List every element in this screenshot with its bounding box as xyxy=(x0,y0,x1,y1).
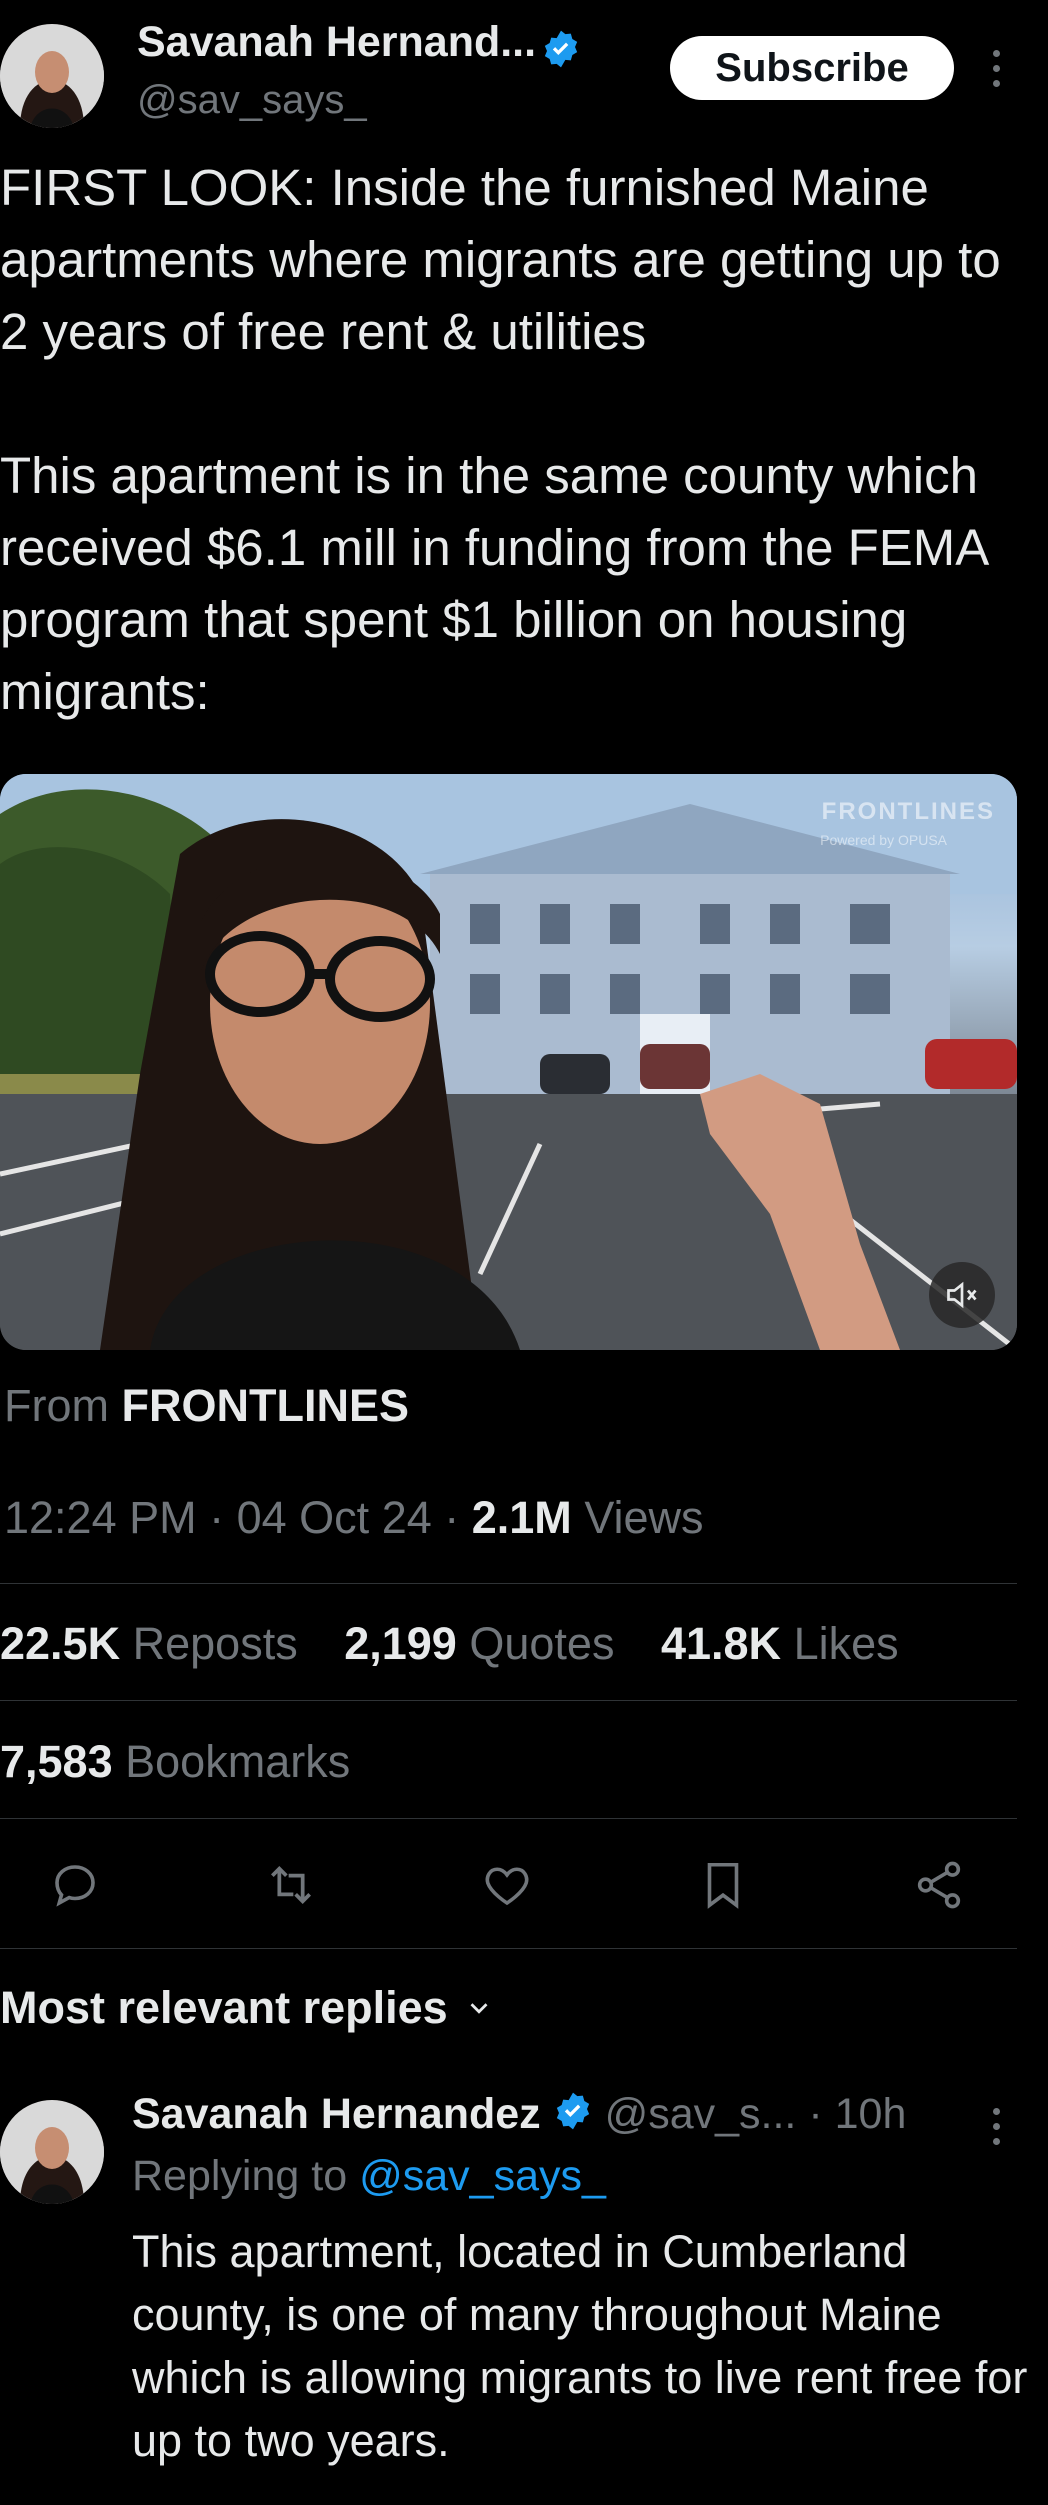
reply-more-options-icon[interactable] xyxy=(990,2108,1002,2145)
from-source[interactable]: FRONTLINES xyxy=(122,1380,410,1431)
views-count: 2.1M xyxy=(471,1492,572,1543)
tweet-meta: 12:24 PM · 04 Oct 24 · 2.1M Views xyxy=(4,1492,704,1543)
reply-text: This apartment, located in Cumberland co… xyxy=(132,2226,1028,2466)
video-source[interactable]: From FRONTLINES xyxy=(4,1380,409,1432)
replies-sort-label: Most relevant replies xyxy=(0,1982,448,2033)
video-watermark-sub: Powered by OPUSA xyxy=(820,832,947,848)
divider xyxy=(0,1948,1017,1949)
reply-author-handle[interactable]: @sav_s... xyxy=(605,2090,797,2138)
reply-icon[interactable] xyxy=(40,1850,110,1920)
tweet-date[interactable]: 04 Oct 24 xyxy=(237,1492,432,1543)
video-frame xyxy=(0,774,1017,1350)
replies-sort-dropdown[interactable]: Most relevant replies xyxy=(0,1982,494,2034)
author-handle[interactable]: @sav_says_ xyxy=(137,78,367,123)
muted-speaker-icon xyxy=(947,1281,977,1309)
video-watermark: FRONTLINES xyxy=(821,798,995,825)
subscribe-button[interactable]: Subscribe xyxy=(670,36,954,100)
reply-author-name[interactable]: Savanah Hernandez xyxy=(132,2090,541,2138)
replying-to-link[interactable]: @sav_says_ xyxy=(359,2152,606,2200)
quotes-stat[interactable]: 2,199 Quotes xyxy=(344,1618,614,1669)
from-prefix: From xyxy=(4,1380,109,1431)
verified-badge-icon xyxy=(553,2091,593,2142)
engagement-stats: 22.5K Reposts 2,199 Quotes 41.8K Likes xyxy=(0,1618,899,1670)
replying-to: Replying to @sav_says_ xyxy=(132,2152,606,2201)
bookmarks-stat[interactable]: 7,583 Bookmarks xyxy=(0,1736,350,1788)
reposts-stat[interactable]: 22.5K Reposts xyxy=(0,1618,298,1669)
like-icon[interactable] xyxy=(472,1850,542,1920)
author-name[interactable]: Savanah Hernand... xyxy=(137,18,536,66)
action-bar xyxy=(0,1850,1017,1920)
views-label: Views xyxy=(584,1492,704,1543)
video-player[interactable]: FRONTLINES Powered by OPUSA xyxy=(0,774,1017,1350)
likes-stat[interactable]: 41.8K Likes xyxy=(661,1618,899,1669)
repost-icon[interactable] xyxy=(256,1850,326,1920)
author-name-row[interactable]: Savanah Hernand... xyxy=(137,18,581,74)
divider xyxy=(0,1583,1017,1584)
share-icon[interactable] xyxy=(904,1850,974,1920)
chevron-down-icon xyxy=(470,2003,488,2014)
reply-avatar[interactable] xyxy=(0,2100,104,2204)
mute-button[interactable] xyxy=(929,1262,995,1328)
reply-time[interactable]: 10h xyxy=(835,2090,907,2138)
replying-prefix: Replying to xyxy=(132,2152,348,2200)
verified-badge-icon xyxy=(541,29,581,74)
divider xyxy=(0,1700,1017,1701)
more-options-icon[interactable] xyxy=(990,50,1002,87)
tweet-text: FIRST LOOK: Inside the furnished Maine a… xyxy=(0,159,1001,720)
reply-header: Savanah Hernandez @sav_s... · 10h xyxy=(132,2090,906,2142)
tweet-time[interactable]: 12:24 PM xyxy=(4,1492,197,1543)
divider xyxy=(0,1818,1017,1819)
author-avatar[interactable] xyxy=(0,24,104,128)
bookmark-icon[interactable] xyxy=(688,1850,758,1920)
